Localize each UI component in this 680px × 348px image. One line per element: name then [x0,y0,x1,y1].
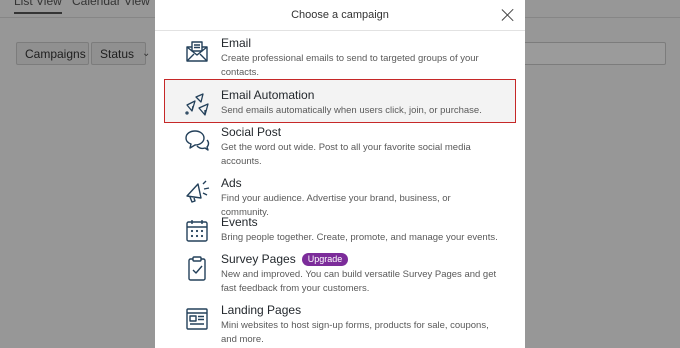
option-description: Get the word out wide. Post to all your … [221,142,471,167]
option-email-automation[interactable]: Email Automation Send emails automatical… [164,79,516,123]
option-landing-pages[interactable]: Landing Pages Mini websites to host sign… [165,303,515,347]
modal-title: Choose a campaign [291,9,389,21]
calendar-icon [179,215,215,245]
option-title: Ads [221,176,242,190]
option-title: Email Automation [221,88,315,102]
option-title: Events [221,215,258,229]
close-icon[interactable] [500,7,516,23]
option-description: Send emails automatically when users cli… [221,105,482,116]
clipboard-check-icon [179,252,215,282]
modal-header: Choose a campaign [155,0,525,31]
option-description: Mini websites to host sign-up forms, pro… [221,320,489,345]
chat-bubbles-icon [179,125,215,155]
option-title: Landing Pages [221,303,302,317]
webpage-icon [179,303,215,333]
option-social-post[interactable]: Social Post Get the word out wide. Post … [165,125,515,169]
upgrade-badge[interactable]: Upgrade [301,253,349,266]
envelope-icon [179,36,215,66]
option-ads[interactable]: Ads Find your audience. Advertise your b… [165,176,515,220]
option-description: New and improved. You can build versatil… [221,269,497,294]
option-description: Bring people together. Create, promote, … [221,232,498,243]
paper-planes-icon [179,88,215,118]
option-email[interactable]: Email Create professional emails to send… [165,36,515,80]
option-title: Social Post [221,125,282,139]
option-title-text: Survey Pages [221,252,296,266]
option-title: Email [221,36,252,50]
megaphone-icon [179,176,215,206]
choose-campaign-modal: Choose a campaign Email Create professio… [155,0,525,348]
option-survey-pages[interactable]: Survey Pages Upgrade New and improved. Y… [165,252,515,296]
option-title: Survey Pages Upgrade [221,252,501,267]
option-events[interactable]: Events Bring people together. Create, pr… [165,215,515,245]
option-description: Create professional emails to send to ta… [221,53,479,78]
